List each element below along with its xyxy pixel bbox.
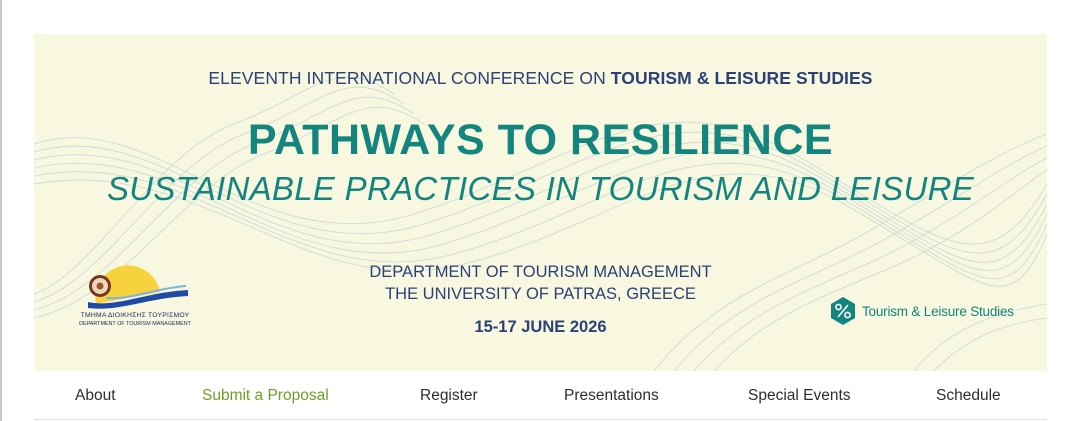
- nav-item-presentations[interactable]: Presentations: [564, 387, 659, 405]
- conference-banner: ELEVENTH INTERNATIONAL CONFERENCE ON TOU…: [34, 34, 1047, 371]
- conference-subtitle: SUSTAINABLE PRACTICES IN TOURISM AND LEI…: [106, 170, 975, 207]
- department-logo: ΤΜΗΜΑ ΔΙΟΙΚΗΣΗΣ ΤΟΥΡΙΣΜΟΥ DEPARTMENT OF …: [76, 262, 194, 332]
- nav-item-special-events[interactable]: Special Events: [748, 387, 851, 405]
- main-navigation: About Submit a Proposal Register Present…: [34, 371, 1047, 419]
- nav-item-register[interactable]: Register: [420, 387, 478, 405]
- conference-bold-name: TOURISM & LEISURE STUDIES: [610, 68, 873, 88]
- conference-prefix: ELEVENTH INTERNATIONAL CONFERENCE ON: [208, 68, 611, 88]
- page-left-border: [0, 0, 2, 421]
- conference-name: ELEVENTH INTERNATIONAL CONFERENCE ON TOU…: [34, 68, 1047, 89]
- nav-divider: [34, 419, 1047, 420]
- department-logo-greek-text: ΤΜΗΜΑ ΔΙΟΙΚΗΣΗΣ ΤΟΥΡΙΣΜΟΥ: [80, 312, 190, 319]
- nav-item-submit-proposal[interactable]: Submit a Proposal: [202, 387, 329, 405]
- department-logo-english-text: DEPARTMENT OF TOURISM MANAGEMENT: [79, 321, 191, 327]
- brand-logo-text: Tourism & Leisure Studies: [862, 304, 1014, 319]
- hexagon-percent-icon: [831, 297, 855, 325]
- nav-item-schedule[interactable]: Schedule: [936, 387, 1001, 405]
- sun-wave-emblem-icon: [88, 265, 188, 309]
- conference-title: PATHWAYS TO RESILIENCE: [247, 116, 834, 164]
- tourism-leisure-studies-logo: Tourism & Leisure Studies: [828, 296, 1028, 326]
- nav-item-about[interactable]: About: [75, 387, 116, 405]
